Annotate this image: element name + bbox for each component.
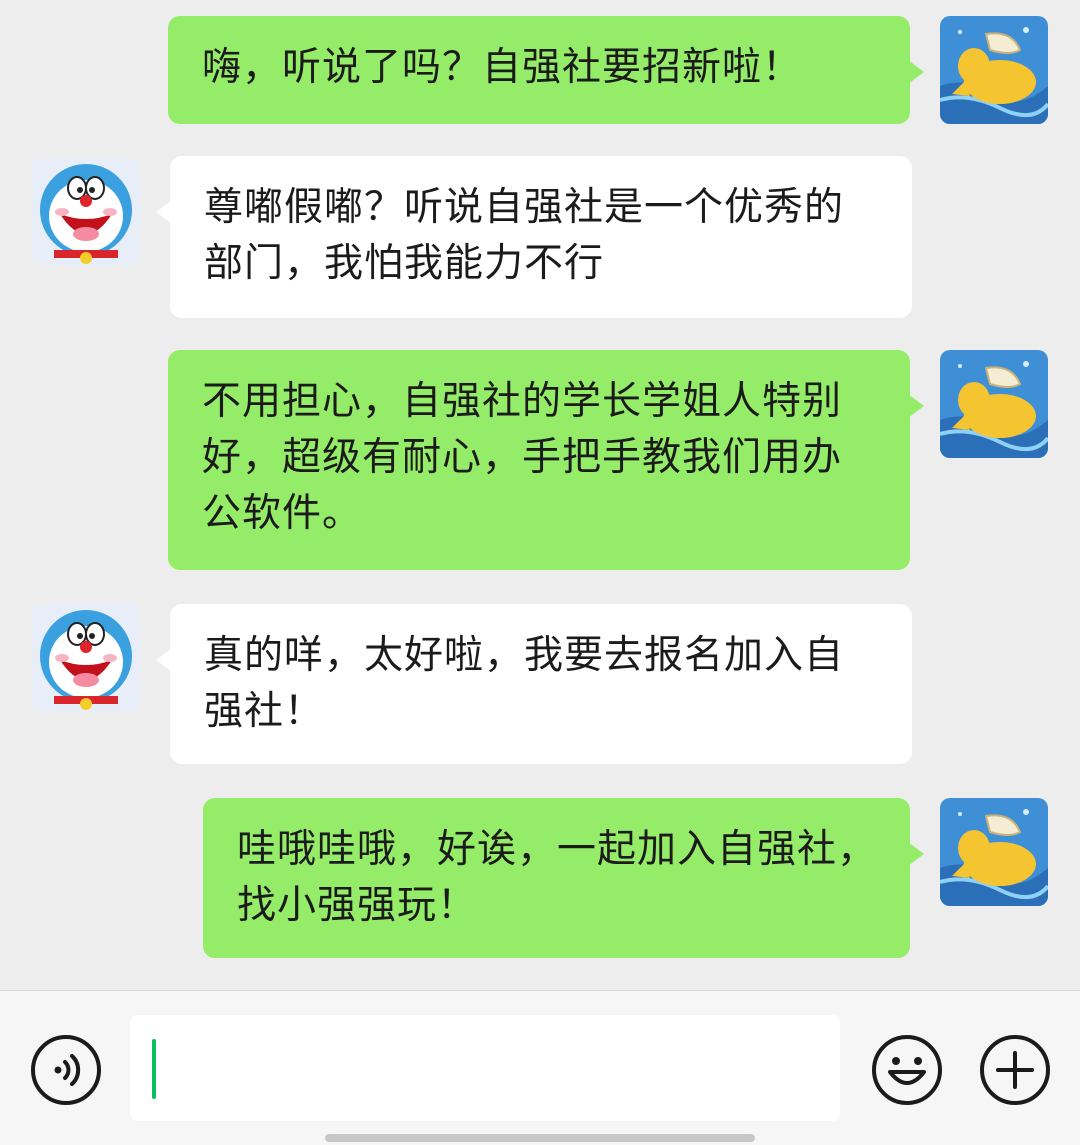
emoji-button[interactable] — [871, 1034, 943, 1106]
smiley-face-icon — [872, 1035, 942, 1105]
contact-avatar[interactable] — [32, 158, 140, 266]
message-text: 真的咩，太好啦，我要去报名加入自强社！ — [204, 633, 845, 734]
my-avatar[interactable] — [940, 350, 1048, 458]
chat-area: 嗨，听说了吗？自强社要招新啦！ 尊嘟假嘟？听说自强社是一个优秀的部门，我怕我能力… — [0, 0, 1080, 990]
message-bubble-outgoing[interactable]: 不用担心，自强社的学长学姐人特别好，超级有耐心，手把手教我们用办公软件。 — [168, 350, 924, 570]
home-indicator[interactable] — [325, 1134, 755, 1142]
voice-icon — [31, 1035, 101, 1105]
more-options-button[interactable] — [979, 1034, 1051, 1106]
message-bubble-outgoing[interactable]: 哇哦哇哦，好诶，一起加入自强社，找小强强玩！ — [203, 798, 924, 958]
psyduck-avatar-image — [940, 798, 1048, 906]
text-caret — [152, 1039, 156, 1099]
plus-circle-icon — [980, 1035, 1050, 1105]
psyduck-avatar-image — [940, 16, 1048, 124]
doraemon-avatar-image — [32, 158, 140, 266]
psyduck-avatar-image — [940, 350, 1048, 458]
message-text: 嗨，听说了吗？自强社要招新啦！ — [202, 45, 803, 90]
message-text: 尊嘟假嘟？听说自强社是一个优秀的部门，我怕我能力不行 — [204, 185, 845, 286]
message-bubble-incoming[interactable]: 尊嘟假嘟？听说自强社是一个优秀的部门，我怕我能力不行 — [156, 156, 912, 318]
my-avatar[interactable] — [940, 798, 1048, 906]
message-text: 不用担心，自强社的学长学姐人特别好，超级有耐心，手把手教我们用办公软件。 — [202, 379, 843, 536]
voice-input-button[interactable] — [30, 1034, 102, 1106]
doraemon-avatar-image — [32, 604, 140, 712]
message-bubble-outgoing[interactable]: 嗨，听说了吗？自强社要招新啦！ — [168, 16, 924, 124]
message-bubble-incoming[interactable]: 真的咩，太好啦，我要去报名加入自强社！ — [156, 604, 912, 764]
message-input[interactable] — [130, 1015, 840, 1121]
my-avatar[interactable] — [940, 16, 1048, 124]
contact-avatar[interactable] — [32, 604, 140, 712]
message-text: 哇哦哇哦，好诶，一起加入自强社，找小强强玩！ — [237, 827, 878, 928]
